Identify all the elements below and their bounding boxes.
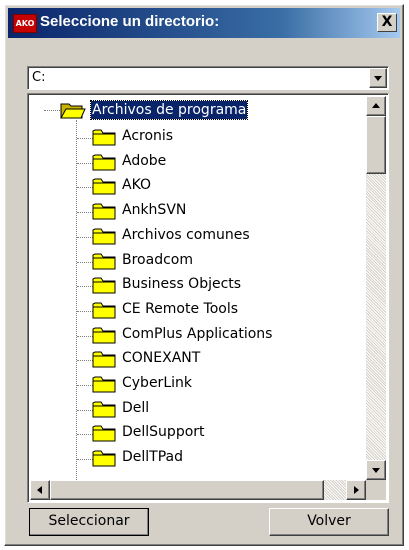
tree-folder-item[interactable]: CE Remote Tools xyxy=(30,297,366,321)
scroll-up-button[interactable] xyxy=(366,96,386,116)
tree-connector xyxy=(77,409,93,411)
tree-connector xyxy=(77,360,93,362)
tree-root-label: Archivos de programa xyxy=(89,100,249,120)
tree-connector xyxy=(77,310,93,312)
tree-folder-label: Broadcom xyxy=(122,251,193,268)
tree-connector xyxy=(77,236,93,238)
close-button[interactable]: X xyxy=(377,13,397,32)
arrow-right-icon xyxy=(354,486,359,494)
tree-folder-item[interactable]: Archivos comunes xyxy=(30,223,366,247)
tree-folder-item[interactable]: DellSupport xyxy=(30,420,366,444)
folder-icon xyxy=(92,178,116,195)
scroll-down-button[interactable] xyxy=(366,460,386,480)
tree-folder-label: Acronis xyxy=(122,128,174,144)
tree-folder-label: Archivos comunes xyxy=(122,226,250,243)
drive-dropdown-button[interactable] xyxy=(369,68,387,88)
tree-folder-item[interactable]: AnkhSVN xyxy=(30,198,366,222)
tree-connector xyxy=(77,385,93,386)
tree-folder-item[interactable]: Dell xyxy=(30,396,366,420)
folder-icon xyxy=(92,425,116,442)
drive-select[interactable]: C: xyxy=(27,66,389,90)
folder-tree[interactable]: Archivos de programa Acronis Adobe AKO Ankh… xyxy=(27,93,389,503)
scroll-right-button[interactable] xyxy=(346,480,366,500)
title-bar[interactable]: AKO Seleccione un directorio: X xyxy=(8,8,400,38)
arrow-left-icon xyxy=(37,486,42,494)
folder-icon xyxy=(92,401,116,418)
folder-icon xyxy=(92,228,116,245)
select-button[interactable]: Seleccionar xyxy=(29,508,149,536)
tree-connector xyxy=(77,212,93,214)
tree-folder-label: CyberLink xyxy=(122,375,192,391)
tree-connector xyxy=(77,286,93,288)
folder-open-icon xyxy=(60,103,86,119)
tree-root-item[interactable]: Archivos de programa xyxy=(30,98,366,122)
folder-icon xyxy=(92,253,116,269)
horizontal-scroll-thumb[interactable] xyxy=(50,480,324,500)
arrow-up-icon xyxy=(372,103,380,108)
drive-value: C: xyxy=(32,70,46,85)
tree-folder-item[interactable]: AKO xyxy=(30,173,366,197)
tree-connector xyxy=(77,434,93,436)
scrollbar-corner xyxy=(366,480,386,500)
tree-connector xyxy=(77,335,93,337)
tree-folder-label: DellTPad xyxy=(122,449,184,466)
vertical-scroll-thumb[interactable] xyxy=(366,116,386,174)
tree-connector xyxy=(77,138,93,139)
scroll-left-button[interactable] xyxy=(30,480,50,500)
back-button[interactable]: Volver xyxy=(269,508,389,536)
tree-connector xyxy=(77,261,93,263)
tree-folder-item[interactable]: Broadcom xyxy=(30,248,366,272)
tree-folder-item[interactable]: Adobe xyxy=(30,149,366,173)
tree-folder-item[interactable]: Acronis xyxy=(30,124,366,148)
arrow-down-icon xyxy=(372,468,380,473)
tree-connector xyxy=(77,187,93,189)
tree-folder-label: ComPlus Applications xyxy=(122,325,273,342)
window-title: Seleccione un directorio: xyxy=(40,13,220,30)
folder-icon xyxy=(92,450,116,467)
tree-folder-label: AKO xyxy=(122,177,152,194)
tree-connector xyxy=(77,162,93,164)
tree-folder-label: DellSupport xyxy=(122,424,205,441)
tree-folder-label: CONEXANT xyxy=(122,350,201,367)
tree-connector xyxy=(77,459,93,461)
app-logo-icon: AKO xyxy=(13,14,37,33)
vertical-scrollbar[interactable] xyxy=(366,96,386,480)
tree-folder-label: AnkhSVN xyxy=(122,202,187,219)
tree-folder-label: Business Objects xyxy=(122,276,242,293)
folder-icon xyxy=(92,302,116,319)
tree-folder-item[interactable]: DellTPad xyxy=(30,445,366,469)
tree-folder-item[interactable]: ComPlus Applications xyxy=(30,322,366,346)
tree-folder-label: CE Remote Tools xyxy=(122,300,239,317)
folder-icon xyxy=(92,327,116,344)
folder-tree-content: Archivos de programa Acronis Adobe AKO Ankh… xyxy=(30,96,366,480)
horizontal-scrollbar[interactable] xyxy=(30,480,366,500)
folder-icon xyxy=(92,277,116,294)
tree-folder-item[interactable]: CONEXANT xyxy=(30,346,366,370)
folder-icon xyxy=(92,203,116,220)
folder-icon xyxy=(92,351,116,368)
tree-folder-label: Adobe xyxy=(122,152,167,169)
folder-icon xyxy=(92,376,116,393)
folder-icon xyxy=(92,129,116,146)
tree-folder-label: Dell xyxy=(122,399,150,416)
chevron-down-icon xyxy=(374,76,382,81)
folder-icon xyxy=(92,154,116,171)
tree-folder-item[interactable]: CyberLink xyxy=(30,371,366,395)
tree-folder-item[interactable]: Business Objects xyxy=(30,272,366,296)
